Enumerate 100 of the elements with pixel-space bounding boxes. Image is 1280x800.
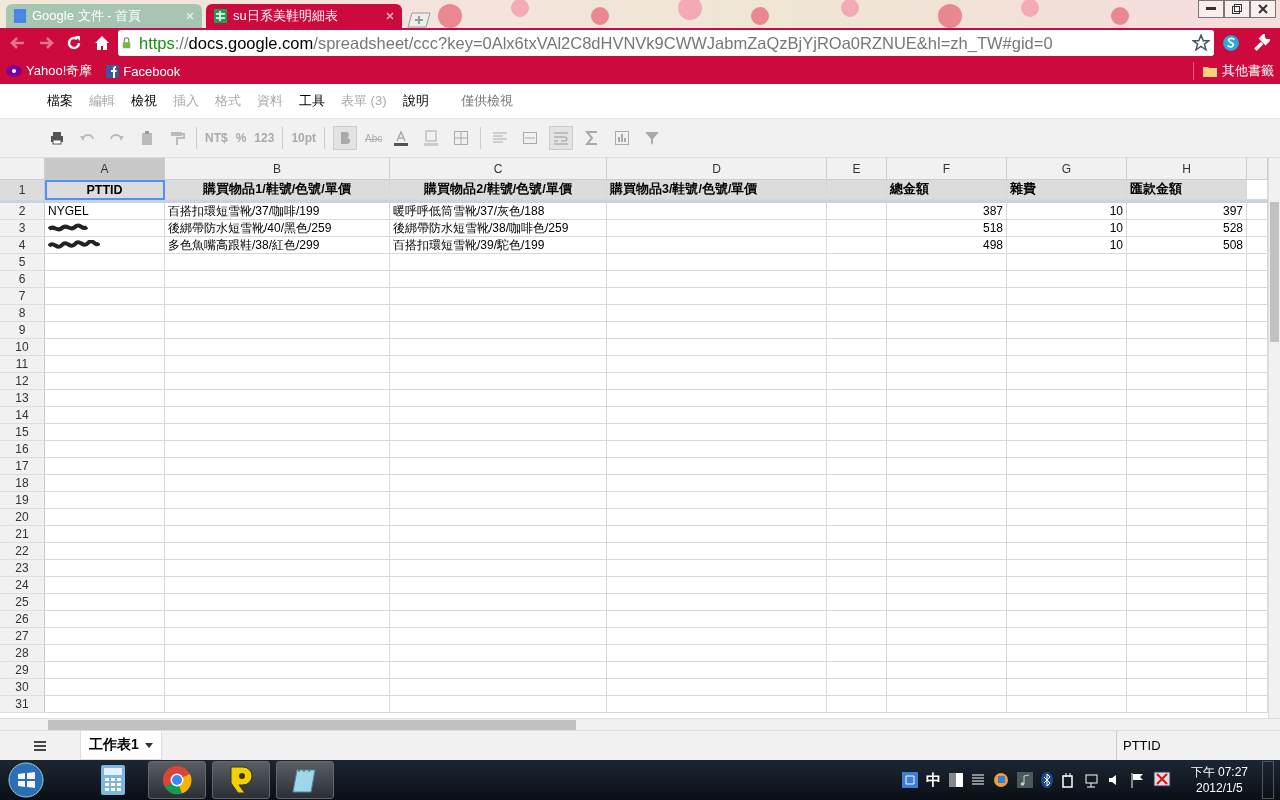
half-width-icon[interactable] xyxy=(948,773,963,787)
document-icon xyxy=(14,9,26,23)
scribbled-out-text-drawing xyxy=(48,222,88,234)
f-logo-icon xyxy=(106,64,120,78)
row-number: 6 xyxy=(0,271,45,288)
empty-cell xyxy=(827,509,887,526)
row-number: 9 xyxy=(0,322,45,339)
menu-item[interactable]: 檢視 xyxy=(131,92,157,110)
row-number: 13 xyxy=(0,390,45,407)
row-number: 10 xyxy=(0,339,45,356)
show-desktop-button[interactable] xyxy=(1262,761,1274,799)
star-icon xyxy=(1192,34,1210,52)
header-cell: 購買物品3/鞋號/色號/單價 xyxy=(607,180,827,200)
row-number: 21 xyxy=(0,526,45,543)
empty-cell xyxy=(827,441,887,458)
restore-button[interactable] xyxy=(1224,0,1250,18)
empty-cell xyxy=(827,271,887,288)
start-orb-icon xyxy=(6,761,46,799)
empty-cell xyxy=(827,288,887,305)
clock[interactable]: 下午 07:27 2012/1/5 xyxy=(1190,764,1248,796)
wrench-icon xyxy=(1252,34,1270,52)
view-only-label: 僅供檢視 xyxy=(460,92,513,110)
tray-app-icon[interactable] xyxy=(992,772,1009,788)
minimize-button[interactable] xyxy=(1198,0,1224,18)
header-cell: PTTID xyxy=(45,180,165,200)
empty-cell xyxy=(827,322,887,339)
music-note-icon[interactable] xyxy=(1016,772,1033,788)
browser-tab[interactable]: su日系美鞋明細表 xyxy=(206,4,402,28)
column-header[interactable]: F xyxy=(887,158,1007,180)
power-plug-icon[interactable] xyxy=(1060,772,1075,788)
caret-icon xyxy=(144,742,153,748)
column-header[interactable]: H xyxy=(1127,158,1247,180)
row-number: 15 xyxy=(0,424,45,441)
table-cell: 百搭扣環短雪靴/39/駝色/199 xyxy=(390,237,607,254)
sheet-tab[interactable]: 工作表1 xyxy=(80,731,162,760)
row-number: 16 xyxy=(0,441,45,458)
table-cell: 397 xyxy=(1127,203,1247,220)
taskbar-app-button[interactable] xyxy=(276,761,334,799)
column-header[interactable]: C xyxy=(390,158,607,180)
header-cell: 購買物品2/鞋號/色號/單價 xyxy=(390,180,607,200)
bluetooth-icon[interactable] xyxy=(1040,772,1053,788)
grid-icon xyxy=(453,130,470,146)
row-number: 29 xyxy=(0,662,45,679)
row-number: 7 xyxy=(0,288,45,305)
row-number: 25 xyxy=(0,594,45,611)
column-header[interactable]: D xyxy=(607,158,827,180)
row-number: 2 xyxy=(0,203,45,220)
address-field[interactable]: https://docs.google.com/spreadsheet/ccc?key=0Alx6txVAl2C8dHVNVk9CWWJabmZaQzBjYjROa0RZNUE&hl=zh_TW#gid=0 xyxy=(118,30,1214,56)
column-header[interactable]: A xyxy=(45,158,165,180)
table-cell: 508 xyxy=(1127,237,1247,254)
column-header[interactable]: G xyxy=(1007,158,1127,180)
close-icon[interactable] xyxy=(386,12,394,20)
row-number: 5 xyxy=(0,254,45,271)
menu-item[interactable]: 檔案 xyxy=(47,92,73,110)
taskbar-app-button[interactable] xyxy=(148,761,206,799)
paint-roller-icon xyxy=(169,130,185,146)
empty-cell xyxy=(827,560,887,577)
table-cell: 10 xyxy=(1007,220,1127,237)
empty-cell xyxy=(827,390,887,407)
empty-cell xyxy=(827,594,887,611)
row-number: 20 xyxy=(0,509,45,526)
empty-cell xyxy=(827,492,887,509)
row-number: 22 xyxy=(0,543,45,560)
row-number: 3 xyxy=(0,220,45,237)
spreadsheet-icon xyxy=(214,9,227,23)
table-cell: NYGEL xyxy=(45,203,165,220)
home-icon xyxy=(94,35,110,51)
menu-item[interactable]: 工具 xyxy=(299,92,325,110)
flag-icon[interactable] xyxy=(1128,772,1145,788)
empty-cell xyxy=(827,203,887,220)
crossed-screen-icon[interactable] xyxy=(1152,771,1171,789)
bookmark-link[interactable]: Yahoo!奇摩 xyxy=(6,62,93,80)
input-method-indicator[interactable]: 中 xyxy=(925,770,941,790)
other-bookmarks-link[interactable]: 其他書籤 xyxy=(1193,62,1274,80)
column-header[interactable]: B xyxy=(165,158,390,180)
table-cell: 百搭扣環短雪靴/37/咖啡/199 xyxy=(165,203,390,220)
highlight-icon xyxy=(423,130,440,146)
row-number: 12 xyxy=(0,373,45,390)
empty-cell xyxy=(827,407,887,424)
empty-cell xyxy=(827,254,887,271)
table-cell: 518 xyxy=(887,220,1007,237)
row-number: 4 xyxy=(0,237,45,254)
row-number: 30 xyxy=(0,679,45,696)
close-button[interactable] xyxy=(1250,0,1276,18)
soft-keyboard-icon[interactable] xyxy=(970,773,985,787)
empty-cell xyxy=(827,526,887,543)
taskbar-app-button[interactable] xyxy=(212,761,270,799)
close-icon xyxy=(1258,4,1268,14)
empty-cell xyxy=(827,424,887,441)
filter-icon xyxy=(644,130,661,146)
bookmark-link[interactable]: Facebook xyxy=(106,63,181,79)
minimize-icon xyxy=(1206,7,1216,11)
ime-mode-icon[interactable] xyxy=(901,772,918,788)
empty-cell xyxy=(827,662,887,679)
header-cell: 總金額 xyxy=(887,180,1007,200)
column-header[interactable]: E xyxy=(827,158,887,180)
header-cell: 匯款金額 xyxy=(1127,180,1247,200)
menu-item[interactable]: 說明 xyxy=(402,92,429,110)
network-icon[interactable] xyxy=(1082,772,1099,788)
chart-icon xyxy=(614,130,631,146)
